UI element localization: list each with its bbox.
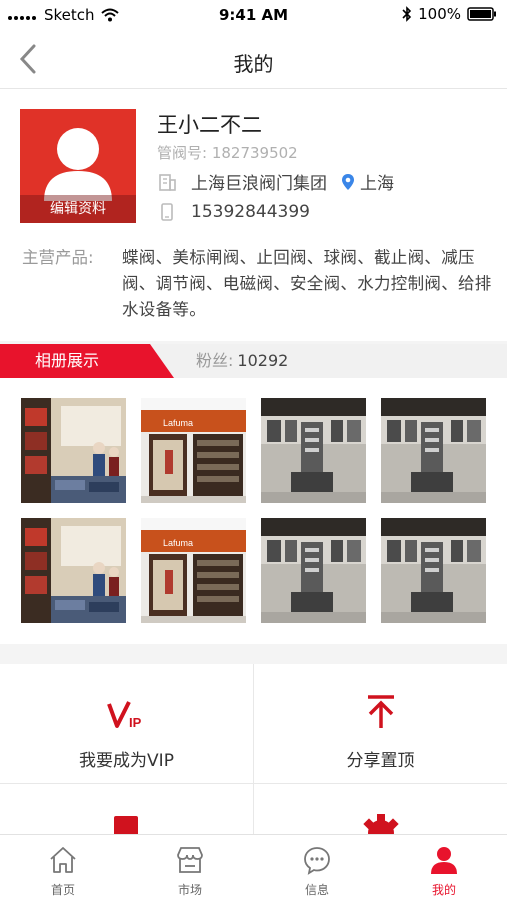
city-name: 上海 [360,174,394,194]
message-icon [304,847,330,875]
album-header: 相册展示 粉丝: 10292 [0,344,507,378]
products-label: 主营产品: [22,248,94,267]
page-title: 我的 [233,52,274,76]
bluetooth-icon [402,6,412,22]
gallery-photo[interactable] [261,398,366,503]
bottom-tab-bar: 首页 市场 信息 我的 [0,834,507,901]
gallery-photo[interactable] [381,398,486,503]
company-row: 上海巨浪阀门集团 上海 [157,169,394,194]
become-vip-button[interactable]: IP 我要成为VIP [0,664,253,782]
user-icon [431,847,457,874]
battery-icon [467,7,496,21]
tab-mine[interactable]: 我的 [381,835,507,901]
share-pin-label: 分享置顶 [346,751,415,771]
tab-home[interactable]: 首页 [0,835,126,901]
gallery-photo[interactable] [261,518,366,623]
gallery-photo[interactable]: Lafuma [141,518,246,623]
pin-top-icon [368,695,394,728]
battery-percent: 100% [418,5,461,23]
nav-bar: 我的 [0,30,507,89]
album-tab[interactable]: 相册展示 [0,344,174,378]
svg-text:Lafuma: Lafuma [163,418,193,428]
action-tiles: IP 我要成为VIP 分享置顶 [0,664,507,846]
building-icon [159,173,176,191]
member-number: 管阀号: 182739502 [157,144,298,162]
tab-market[interactable]: 市场 [127,835,253,901]
become-vip-label: 我要成为VIP [79,751,174,771]
phone-row: 15392844399 [157,202,310,222]
edit-profile-button[interactable]: 编辑资料 [20,195,136,223]
share-pin-button[interactable]: 分享置顶 [254,664,507,782]
user-name: 王小二不二 [157,113,262,137]
svg-text:IP: IP [129,715,142,730]
vip-icon: IP [107,701,142,730]
home-icon [50,847,76,873]
phone-icon [161,203,173,221]
products-text: 蝶阀、美标闸阀、止回阀、球阀、截止阀、减压阀、调节阀、电磁阀、安全阀、水力控制阀… [122,248,492,319]
company-name: 上海巨浪阀门集团 [191,174,327,194]
tab-messages[interactable]: 信息 [254,835,380,901]
fans-label: 粉丝: [196,351,234,370]
gallery-photo[interactable] [21,398,126,503]
location-pin-icon [342,173,354,190]
gallery-photo[interactable] [21,518,126,623]
delivery-button[interactable] [0,784,253,846]
tab-label: 我的 [431,883,456,897]
profile-card: 编辑资料 王小二不二 管阀号: 182739502 上海巨浪阀门集团 上海 15… [0,89,507,341]
svg-text:Lafuma: Lafuma [163,538,193,548]
tab-label: 首页 [50,883,75,897]
status-bar: Sketch 9:41 AM 100% [0,0,507,30]
location: 上海 [341,169,394,194]
fans-count: 粉丝: 10292 [196,344,288,378]
avatar[interactable]: 编辑资料 [20,109,136,223]
market-icon [177,847,203,873]
gallery-photo[interactable]: Lafuma [141,398,246,503]
tab-label: 信息 [304,883,329,897]
phone-number[interactable]: 15392844399 [191,202,310,222]
tab-label: 市场 [177,883,202,897]
photo-gallery: Lafuma Lafuma [0,378,507,644]
gallery-photo[interactable] [381,518,486,623]
fans-number: 10292 [237,351,289,370]
settings-button[interactable] [254,784,507,844]
